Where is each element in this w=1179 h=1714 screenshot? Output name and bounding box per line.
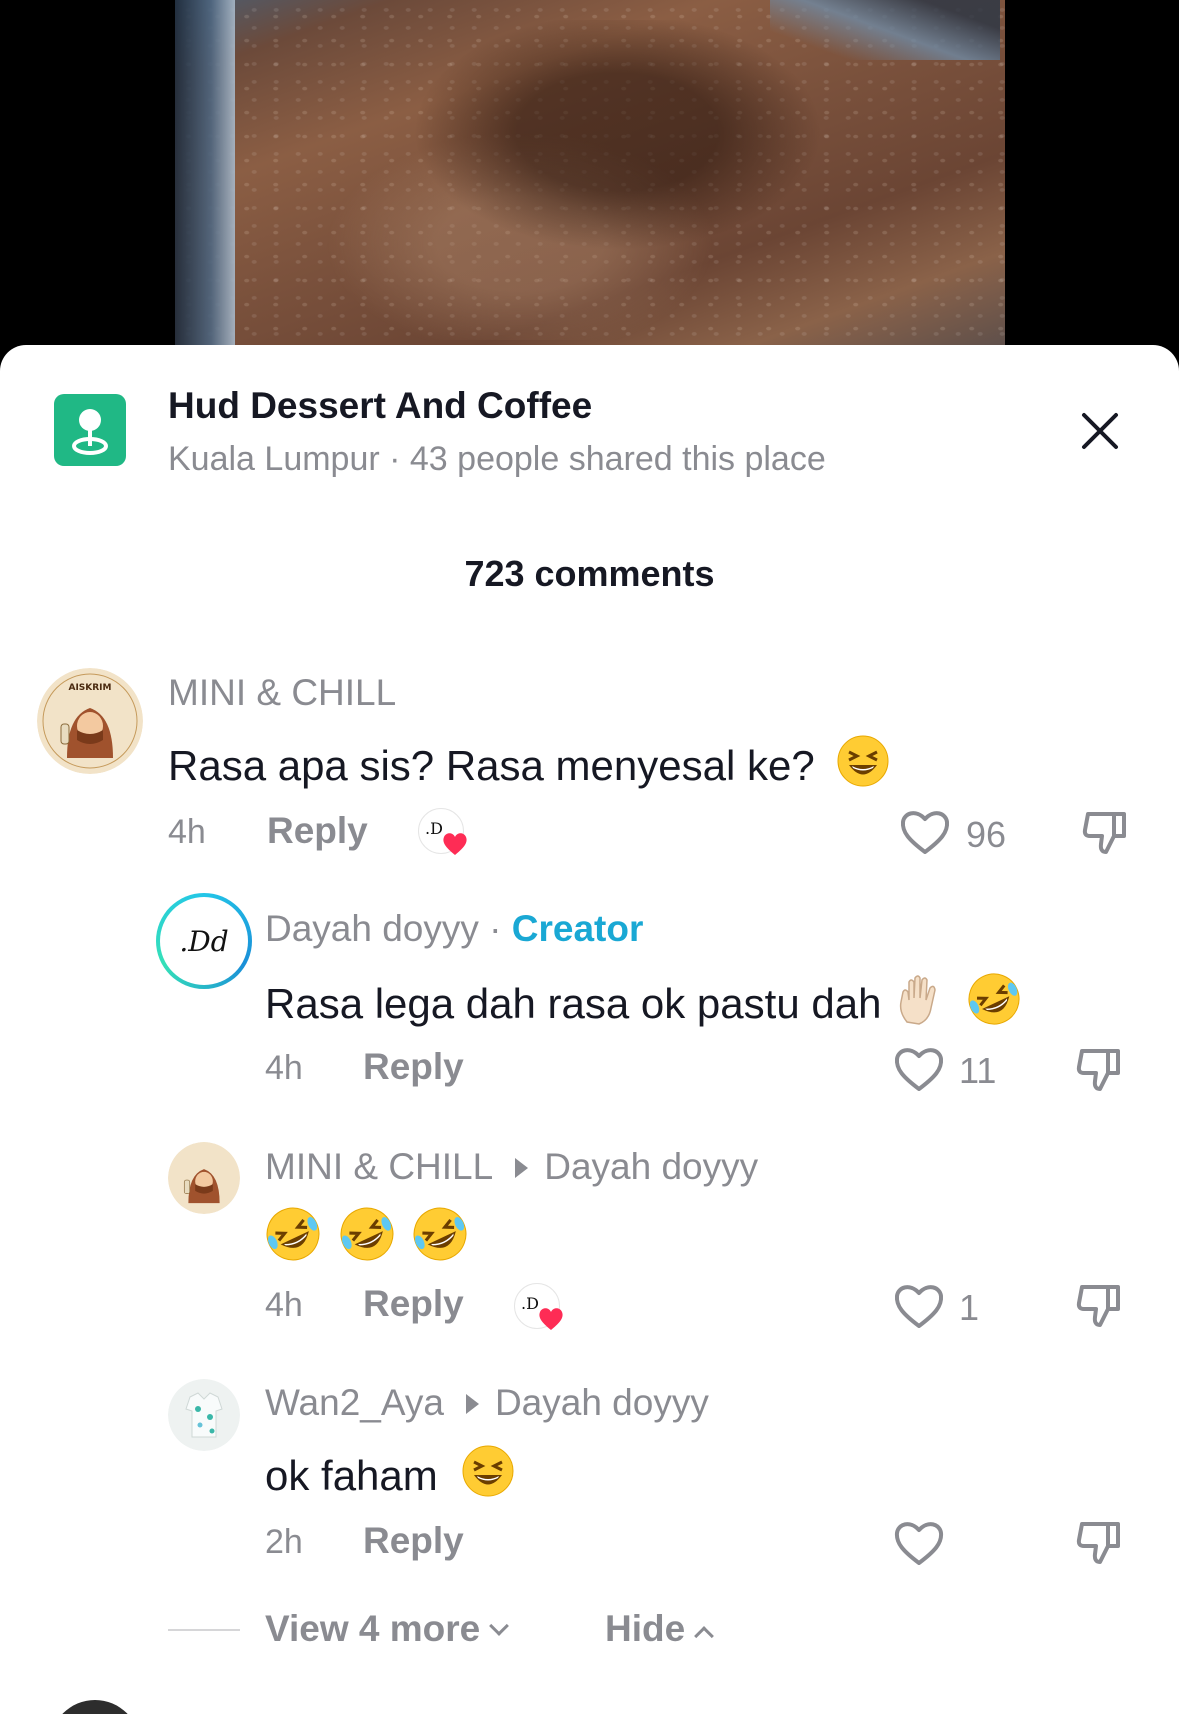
reply-username-line: Dayah doyyy · Creator xyxy=(265,908,643,950)
reply-button[interactable]: Reply xyxy=(363,1046,464,1088)
like-count: 96 xyxy=(966,814,1007,855)
place-name[interactable]: Hud Dessert And Coffee xyxy=(168,385,592,427)
heart-icon[interactable] xyxy=(893,1282,945,1330)
hide-label: Hide xyxy=(605,1608,686,1649)
reply-to-username[interactable]: Dayah doyyy xyxy=(495,1382,709,1423)
username-separator: · xyxy=(489,908,502,949)
comment-count: 723 comments xyxy=(464,553,715,594)
raised-hand-icon xyxy=(893,972,947,1026)
video-food-texture xyxy=(260,20,910,340)
thumbs-down-icon[interactable] xyxy=(1074,1279,1126,1331)
reply-time: 4h xyxy=(265,1286,303,1324)
view-more-replies-button[interactable]: View 4 more xyxy=(265,1608,510,1650)
comment-time: 4h xyxy=(168,813,206,851)
heart-icon[interactable] xyxy=(893,1519,945,1567)
video-player[interactable] xyxy=(0,0,1179,350)
chevron-up-icon xyxy=(694,1626,715,1646)
creator-avatar[interactable]: .Dd xyxy=(156,893,252,989)
reply-text: Rasa lega dah rasa ok pastu dah xyxy=(265,972,1021,1028)
creator-liked-badge: .D xyxy=(418,808,467,855)
avatar[interactable] xyxy=(168,1142,240,1214)
reply-username[interactable]: Wan2_Aya xyxy=(265,1382,444,1423)
grinning-squinting-face-icon xyxy=(836,734,890,788)
reply-time: 4h xyxy=(265,1049,303,1087)
reply-username[interactable]: Dayah doyyy xyxy=(265,908,479,949)
view-more-label: View 4 more xyxy=(265,1608,481,1649)
thumbs-down-icon[interactable] xyxy=(1074,1043,1126,1095)
comment-text-content: Rasa apa sis? Rasa menyesal ke? xyxy=(168,742,815,789)
like-count: 1 xyxy=(959,1287,980,1328)
reply-arrow-icon xyxy=(515,1157,529,1178)
replies-divider xyxy=(168,1629,240,1631)
thumbs-down-icon[interactable] xyxy=(1080,806,1132,858)
avatar[interactable]: AISKRIM xyxy=(37,668,143,774)
svg-text:AISKRIM: AISKRIM xyxy=(68,683,111,693)
rolling-laughing-face-icon xyxy=(967,972,1021,1026)
reply-to-username[interactable]: Dayah doyyy xyxy=(544,1146,758,1187)
place-subtitle: Kuala Lumpur · 43 people shared this pla… xyxy=(168,440,826,478)
avatar[interactable] xyxy=(168,1379,240,1451)
comment-text: Rasa apa sis? Rasa menyesal ke? xyxy=(168,734,890,790)
hide-replies-button[interactable]: Hide xyxy=(605,1608,715,1650)
reply-button[interactable]: Reply xyxy=(267,810,368,852)
close-icon[interactable] xyxy=(1078,409,1122,453)
reply-button[interactable]: Reply xyxy=(363,1520,464,1562)
comments-sheet xyxy=(0,345,1179,1714)
reply-username-line: MINI & CHILL Dayah doyyy xyxy=(265,1146,758,1188)
grinning-squinting-face-icon xyxy=(461,1444,515,1498)
location-pin-icon[interactable] xyxy=(54,394,126,466)
rolling-laughing-face-icon xyxy=(412,1206,468,1262)
heart-filled-icon xyxy=(441,831,469,857)
heart-filled-icon xyxy=(537,1306,565,1332)
comment-username[interactable]: MINI & CHILL xyxy=(168,672,396,714)
rolling-laughing-face-icon xyxy=(339,1206,395,1262)
video-foil-decoration xyxy=(175,0,235,350)
rolling-laughing-face-icon xyxy=(265,1206,321,1262)
creator-liked-badge: .D xyxy=(514,1283,563,1330)
reply-button[interactable]: Reply xyxy=(363,1283,464,1325)
reply-text: ok faham xyxy=(265,1444,515,1500)
reply-text-content: ok faham xyxy=(265,1452,438,1499)
reply-arrow-icon xyxy=(465,1393,479,1414)
reply-text xyxy=(265,1206,468,1264)
reply-username[interactable]: MINI & CHILL xyxy=(265,1146,493,1187)
thumbs-down-icon[interactable] xyxy=(1074,1516,1126,1568)
reply-username-line: Wan2_Aya Dayah doyyy xyxy=(265,1382,709,1424)
chevron-down-icon xyxy=(489,1616,510,1636)
like-count: 11 xyxy=(959,1050,997,1091)
heart-icon[interactable] xyxy=(893,1045,945,1093)
heart-icon[interactable] xyxy=(899,808,951,856)
reply-text-content: Rasa lega dah rasa ok pastu dah xyxy=(265,980,882,1027)
creator-badge: Creator xyxy=(511,908,644,949)
reply-time: 2h xyxy=(265,1523,303,1561)
svg-text:.Dd: .Dd xyxy=(179,925,228,958)
